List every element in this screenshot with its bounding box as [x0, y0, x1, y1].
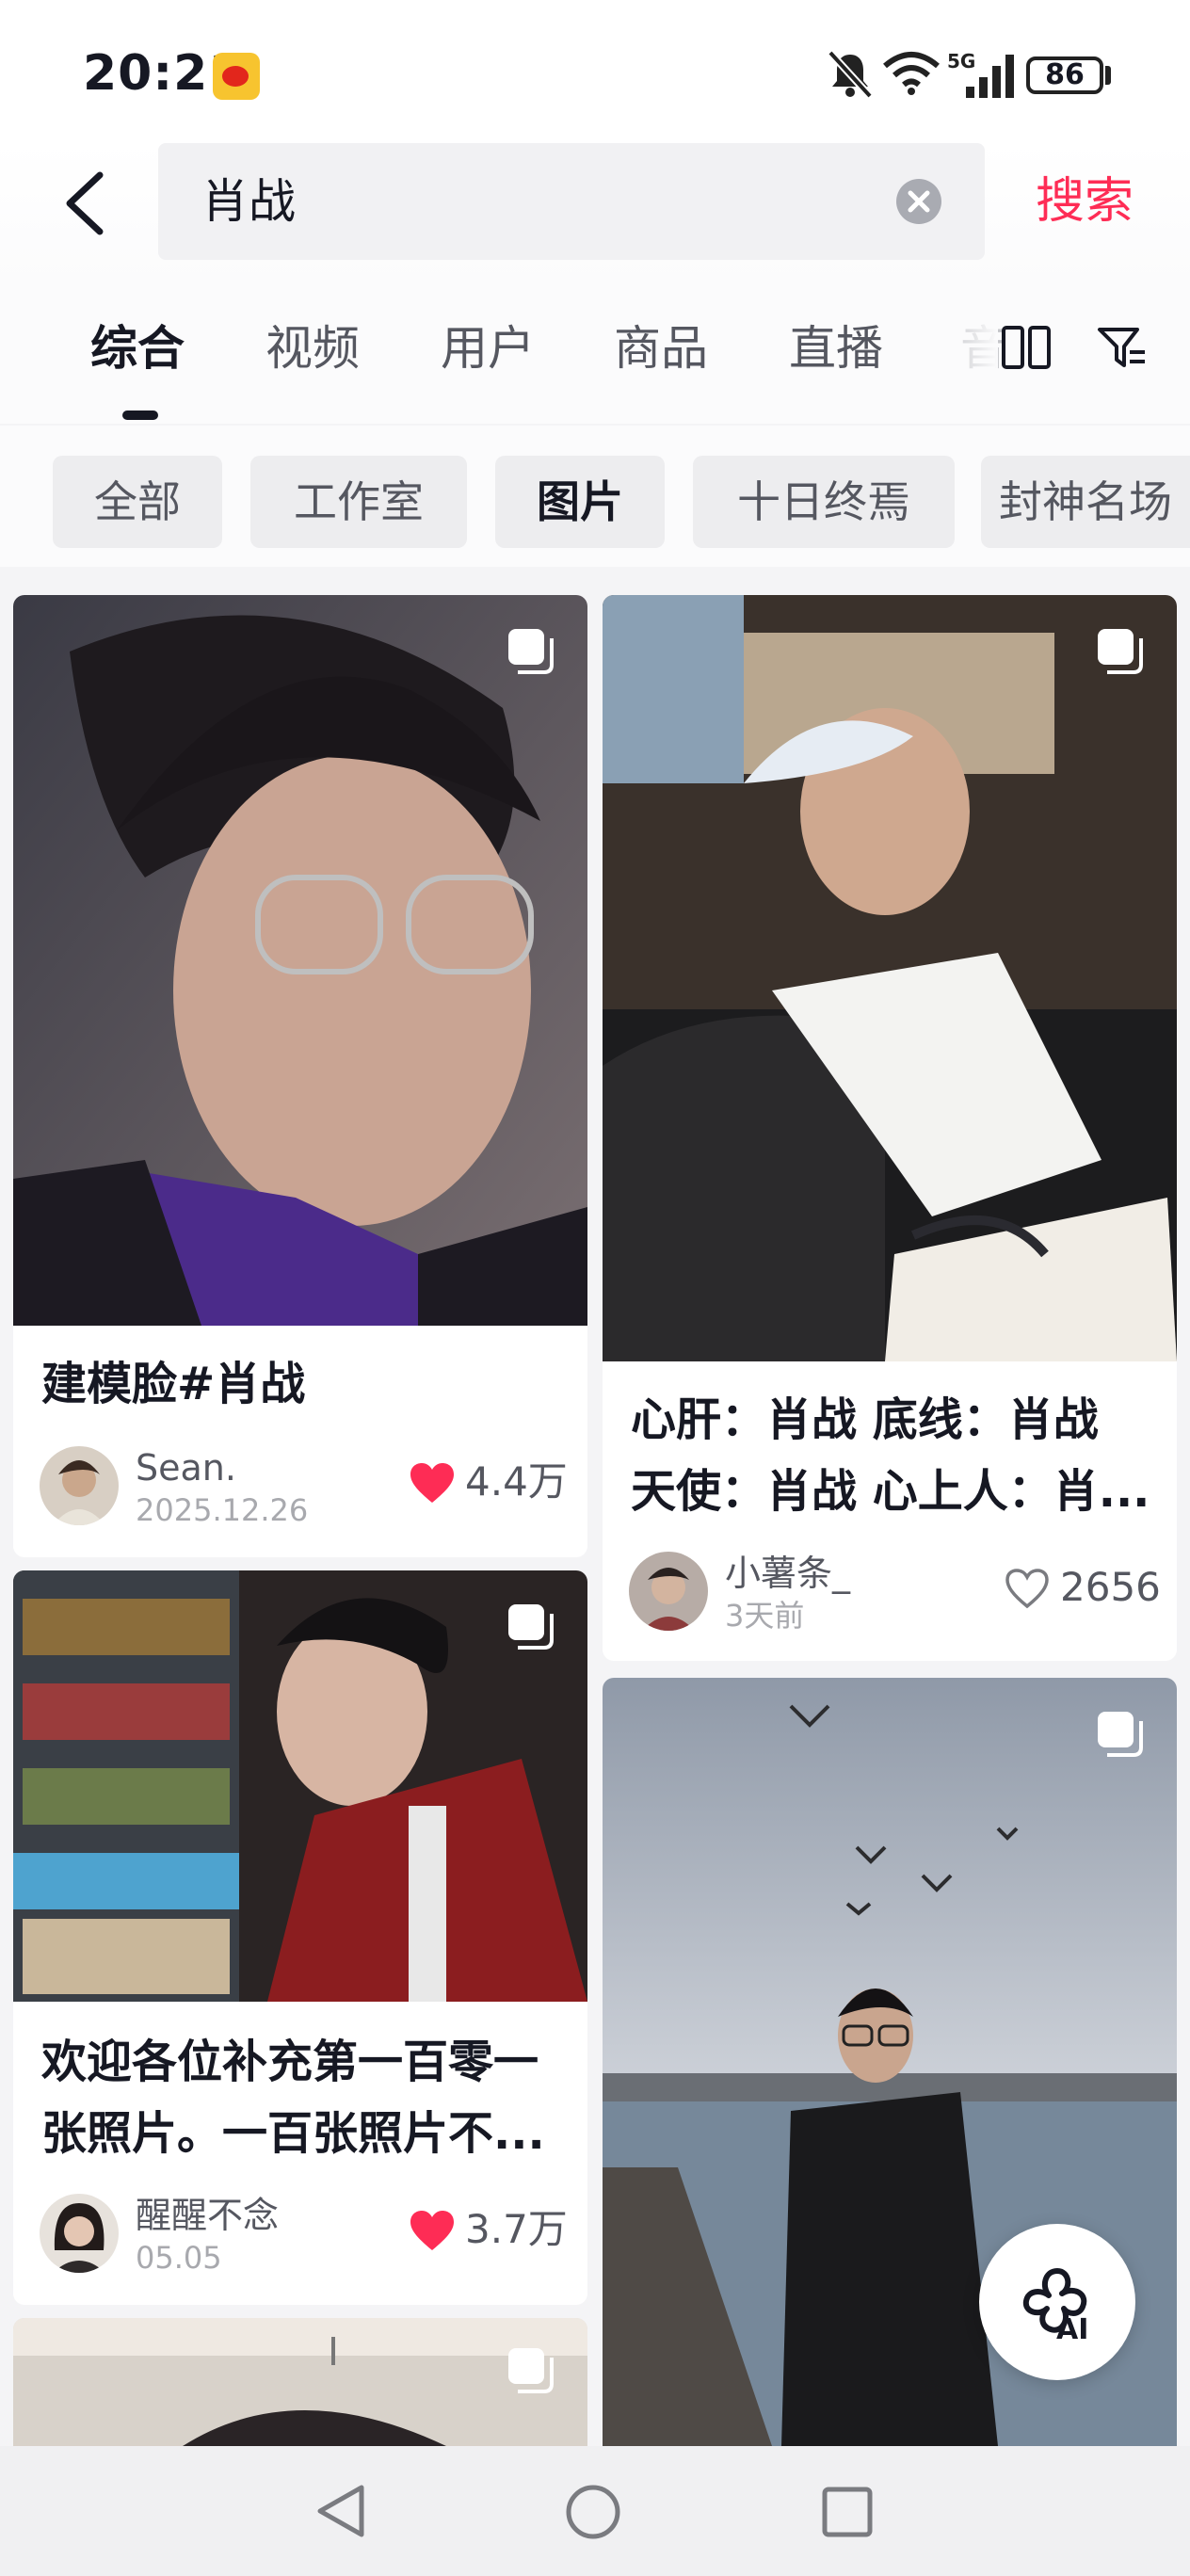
- card-title-line-2: 天使：肖战 心上人：肖...: [631, 1465, 1150, 1518]
- card-title-line-1: 心肝：肖战 底线：肖战: [631, 1393, 1099, 1446]
- chip-all[interactable]: 全部: [53, 456, 222, 548]
- nav-recents-icon[interactable]: [819, 2484, 876, 2540]
- search-button[interactable]: 搜索: [1036, 169, 1134, 233]
- card-title-line-1: 欢迎各位补充第一百零一: [41, 2036, 539, 2088]
- tab-live[interactable]: 直播: [789, 314, 883, 382]
- result-card[interactable]: 心肝：肖战 底线：肖战 天使：肖战 心上人：肖... 小薯条_ 3天前 2656: [603, 595, 1177, 1661]
- layout-toggle-icon[interactable]: [1000, 324, 1053, 371]
- result-card[interactable]: 建模脸#肖战 Sean. 2025.12.26 4.4万: [13, 595, 587, 1557]
- card-title-line-2: 张照片。一百张照片不...: [41, 2107, 545, 2160]
- result-card[interactable]: 欢迎各位补充第一百零一 张照片。一百张照片不... 醒醒不念 05.05 3.7…: [13, 1570, 587, 2305]
- chip-fengshen[interactable]: 封神名场: [981, 456, 1190, 548]
- nav-back-icon[interactable]: [313, 2482, 369, 2540]
- multi-image-icon: [508, 1604, 554, 1650]
- network-type: 5G: [947, 50, 975, 72]
- post-date: 3天前: [725, 1598, 805, 1634]
- battery-indicator: 86: [1026, 56, 1103, 94]
- author-name[interactable]: Sean.: [136, 1444, 236, 1491]
- clear-search-icon[interactable]: [896, 179, 941, 224]
- photo-partial: [13, 2318, 587, 2446]
- avatar: [40, 2194, 119, 2273]
- signal-icon: 5G: [947, 50, 1014, 98]
- chip-images[interactable]: 图片: [495, 456, 665, 548]
- ai-assistant-button[interactable]: AI: [979, 2224, 1135, 2380]
- like-count: 4.4万: [465, 1458, 568, 1505]
- multi-image-icon: [508, 629, 554, 674]
- result-card[interactable]: [13, 2318, 587, 2446]
- photo-portrait-glasses: [13, 595, 587, 1326]
- tab-products[interactable]: 商品: [614, 314, 708, 382]
- post-date: 2025.12.26: [136, 1492, 309, 1528]
- tab-comprehensive[interactable]: 综合: [90, 314, 185, 382]
- filter-icon[interactable]: [1096, 324, 1149, 373]
- author-name[interactable]: 醒醒不念: [136, 2192, 279, 2239]
- tab-fade-overlay: [941, 301, 998, 405]
- search-query[interactable]: 肖战: [201, 169, 296, 233]
- ai-label: AI: [1056, 2313, 1088, 2343]
- active-tab-indicator: [122, 411, 158, 420]
- post-date: 05.05: [136, 2240, 222, 2276]
- heart-icon[interactable]: [409, 1461, 456, 1505]
- tab-video[interactable]: 视频: [265, 314, 360, 382]
- like-count: 2656: [1060, 1564, 1161, 1610]
- weibo-notification-icon: [213, 53, 260, 100]
- photo-red-jacket-fridge: [13, 1570, 587, 2002]
- multi-image-icon: [1098, 1712, 1143, 1757]
- chip-ten-days[interactable]: 十日终焉: [693, 456, 955, 548]
- wifi-icon: [883, 52, 940, 95]
- like-count: 3.7万: [465, 2206, 568, 2252]
- ai-flower-icon: AI: [1022, 2268, 1088, 2343]
- battery-tip: [1105, 66, 1111, 85]
- card-title: 建模脸#肖战: [41, 1358, 306, 1410]
- author-name[interactable]: 小薯条_: [725, 1550, 850, 1597]
- avatar: [40, 1446, 119, 1525]
- back-arrow-icon[interactable]: [58, 169, 115, 237]
- heart-icon[interactable]: [409, 2209, 456, 2252]
- multi-image-icon: [508, 2348, 554, 2393]
- photo-man-cap-laughing: [603, 595, 1177, 1361]
- avatar: [629, 1552, 708, 1631]
- multi-image-icon: [1098, 629, 1143, 674]
- chip-studio[interactable]: 工作室: [250, 456, 467, 548]
- nav-home-icon[interactable]: [565, 2484, 621, 2540]
- heart-outline-icon[interactable]: [1004, 1567, 1051, 1610]
- bell-muted-icon: [828, 50, 873, 99]
- tab-users[interactable]: 用户: [441, 314, 535, 382]
